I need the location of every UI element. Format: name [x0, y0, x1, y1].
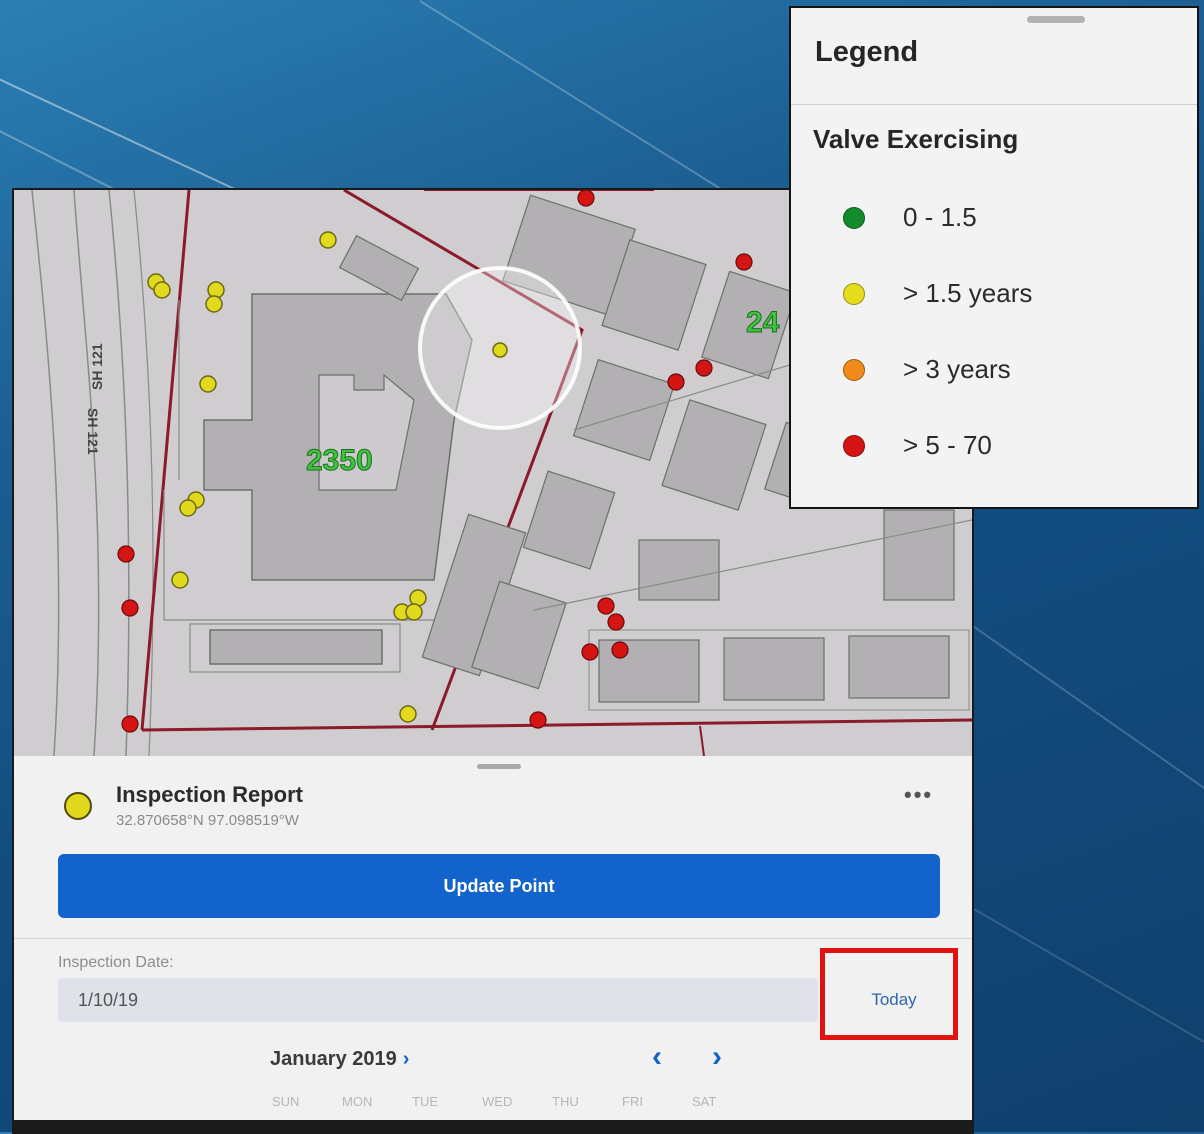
weekday-label: SAT [692, 1094, 762, 1109]
inspection-sheet: Inspection Report 32.870658°N 97.098519°… [14, 756, 972, 1132]
sheet-grabber[interactable] [477, 764, 521, 769]
update-point-button[interactable]: Update Point [58, 854, 940, 918]
background-streak [960, 900, 1204, 1052]
weekday-label: TUE [412, 1094, 482, 1109]
road-label-sh121-b: SH 121 [89, 343, 105, 390]
valve-marker-red[interactable] [736, 254, 752, 270]
valve-marker-red[interactable] [608, 614, 624, 630]
legend-item-label: > 1.5 years [903, 278, 1032, 309]
month-selector[interactable]: January 2019 › [270, 1048, 409, 1071]
valve-marker-red[interactable] [118, 546, 134, 562]
valve-marker-yellow[interactable] [180, 500, 196, 516]
weekday-label: THU [552, 1094, 622, 1109]
legend-item-label: 0 - 1.5 [903, 202, 977, 233]
weekday-label: WED [482, 1094, 552, 1109]
valve-marker-red[interactable] [696, 360, 712, 376]
legend-panel: Legend Valve Exercising 0 - 1.5 > 1.5 ye… [789, 6, 1199, 509]
valve-marker-red[interactable] [668, 374, 684, 390]
legend-divider [791, 104, 1197, 105]
legend-item: > 5 - 70 [843, 430, 992, 461]
next-month-button[interactable]: › [712, 1040, 722, 1074]
legend-item-label: > 3 years [903, 354, 1011, 385]
valve-marker-yellow[interactable] [206, 296, 222, 312]
road-label-sh121-a: SH 121 [85, 408, 101, 455]
chevron-right-icon: › [403, 1048, 410, 1070]
valve-marker-red[interactable] [578, 190, 594, 206]
divider [14, 938, 972, 939]
valve-marker-red[interactable] [122, 600, 138, 616]
red-dot-icon [843, 435, 865, 457]
valve-marker-red[interactable] [530, 712, 546, 728]
building-label-partial: 24 [746, 306, 780, 339]
weekday-header: SUN MON TUE WED THU FRI SAT [272, 1094, 762, 1109]
valve-marker-yellow[interactable] [172, 572, 188, 588]
inspection-date-field[interactable]: 1/10/19 [58, 978, 818, 1022]
sheet-title: Inspection Report [116, 782, 303, 808]
valve-marker-yellow[interactable] [154, 282, 170, 298]
valve-marker-yellow[interactable] [320, 232, 336, 248]
legend-item-label: > 5 - 70 [903, 430, 992, 461]
legend-item: > 3 years [843, 354, 1011, 385]
previous-month-button[interactable]: ‹ [652, 1040, 662, 1074]
month-label: January 2019 [270, 1048, 397, 1070]
legend-item: 0 - 1.5 [843, 202, 977, 233]
valve-marker-yellow[interactable] [400, 706, 416, 722]
highlight-box [820, 948, 958, 1040]
orange-dot-icon [843, 359, 865, 381]
yellow-dot-icon [843, 283, 865, 305]
legend-item: > 1.5 years [843, 278, 1032, 309]
building-label-2350: 2350 [306, 444, 373, 477]
inspection-date-value: 1/10/19 [78, 990, 138, 1011]
inspection-date-label: Inspection Date: [58, 954, 174, 972]
legend-grabber[interactable] [1027, 16, 1085, 23]
valve-marker-red[interactable] [582, 644, 598, 660]
green-dot-icon [843, 207, 865, 229]
valve-marker-red[interactable] [598, 598, 614, 614]
valve-marker-red[interactable] [612, 642, 628, 658]
coordinates-readout: 32.870658°N 97.098519°W [116, 812, 299, 829]
legend-title: Legend [815, 36, 918, 69]
valve-marker-selected[interactable] [493, 343, 507, 357]
valve-marker-yellow[interactable] [406, 604, 422, 620]
legend-subtitle: Valve Exercising [813, 124, 1018, 155]
more-options-icon[interactable]: ••• [904, 782, 933, 808]
valve-marker-red[interactable] [122, 716, 138, 732]
valve-symbol-icon [64, 792, 92, 820]
weekday-label: FRI [622, 1094, 692, 1109]
device-bezel [14, 1120, 972, 1132]
weekday-label: MON [342, 1094, 412, 1109]
weekday-label: SUN [272, 1094, 342, 1109]
valve-marker-yellow[interactable] [200, 376, 216, 392]
